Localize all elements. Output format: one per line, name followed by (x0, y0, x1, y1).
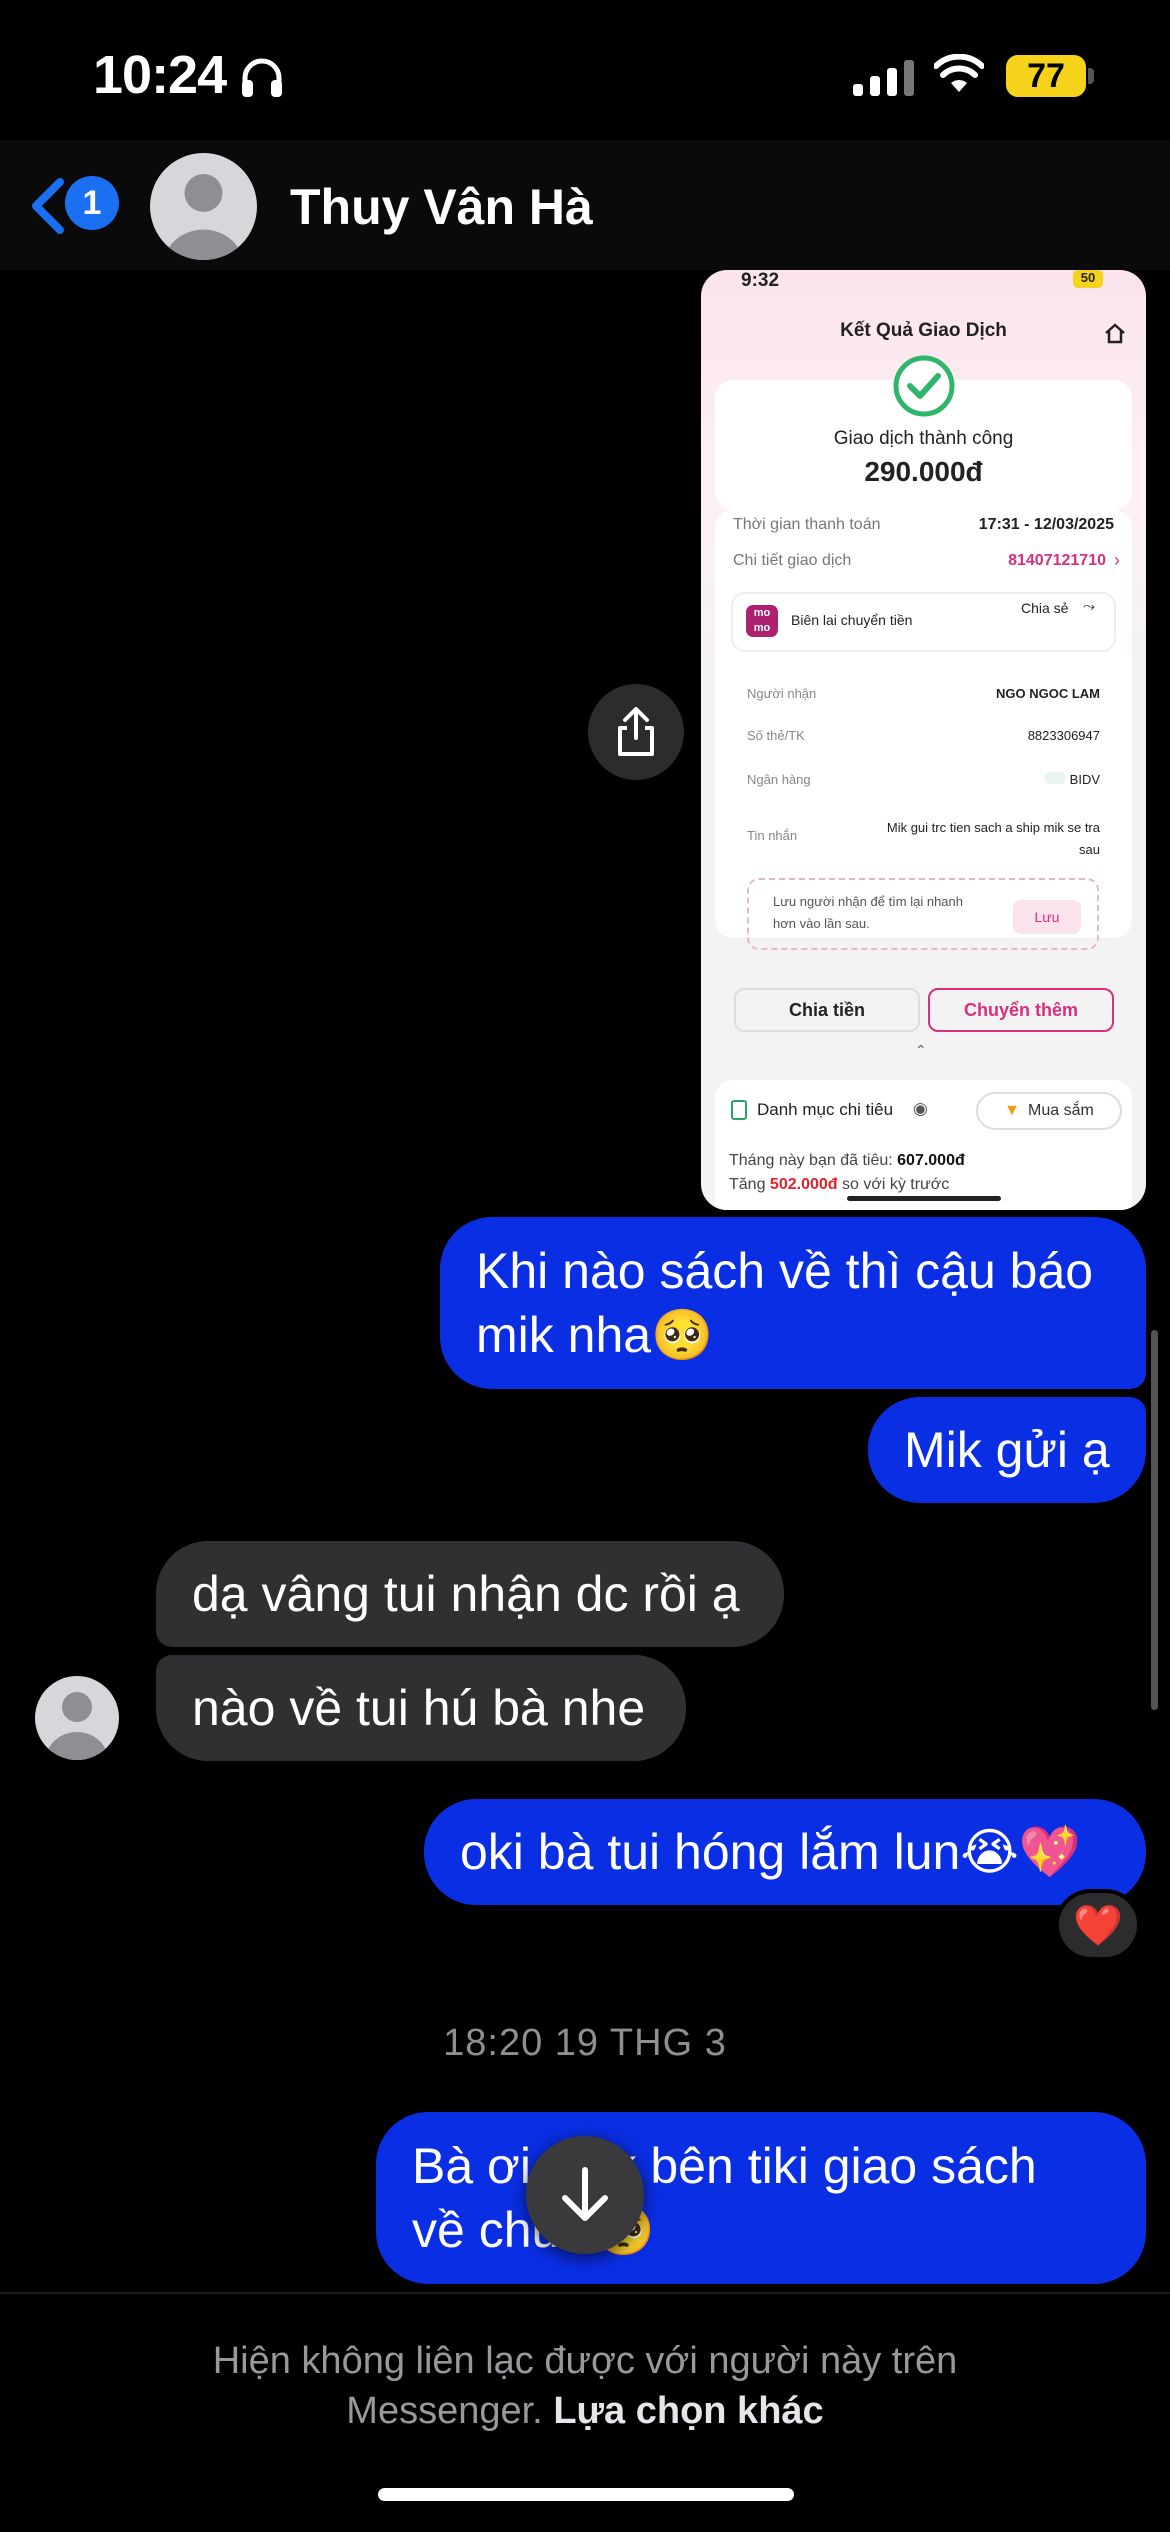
outgoing-message[interactable]: Bà ơi, mik bên tiki giao sách về chưa🥺 (376, 2112, 1146, 2284)
spent-text: Tháng này bạn đã tiêu: (729, 1152, 893, 1169)
sender-avatar[interactable] (35, 1676, 119, 1760)
cart-icon: ▼ (1004, 1102, 1021, 1119)
unread-count-badge[interactable]: 1 (65, 176, 119, 230)
share-arrow-icon: ⤳ (1083, 598, 1096, 615)
battery-indicator: 77 (1006, 55, 1086, 97)
cellular-signal-icon (853, 58, 914, 96)
recipient-label: Người nhận (747, 686, 817, 701)
message-timestamp: 18:20 19 THG 3 (443, 2022, 727, 2064)
detail-label: Chi tiết giao dịch (733, 552, 852, 569)
outgoing-message[interactable]: oki bà tui hóng lắm lun😭💖 (424, 1799, 1146, 1905)
outgoing-message[interactable]: Mik gửi ạ (868, 1397, 1146, 1503)
increase-row: Tăng 502.000đ so với kỳ trước (729, 1176, 949, 1194)
outgoing-message[interactable]: Khi nào sách về thì cậu báo mik nha🥺 (440, 1217, 1146, 1389)
headphones-icon (242, 58, 282, 97)
message-value-line1: Mik gui trc tien sach a ship mik se tra (886, 820, 1100, 835)
time-label: Thời gian thanh toán (733, 516, 881, 533)
receipt-battery: 50 (1073, 270, 1103, 288)
message-line: mik nha🥺 (476, 1307, 714, 1363)
receipt-label: Biên lai chuyển tiền (791, 612, 913, 628)
momo-logo: mo mo (746, 605, 778, 637)
chat-header: 1 Thuy Vân Hà (0, 140, 1170, 270)
message-value-line2: sau (1079, 842, 1100, 857)
other-options-link[interactable]: Lựa chọn khác (553, 2390, 823, 2432)
increase-value: 502.000đ (769, 1176, 838, 1193)
bank-value: BIDV (1069, 772, 1100, 787)
spent-row: Tháng này bạn đã tiêu: 607.000đ (729, 1152, 965, 1170)
success-check-icon (893, 355, 955, 417)
split-money-button[interactable]: Chia tiền (734, 988, 920, 1032)
receipt-home-indicator (847, 1196, 1001, 1201)
save-hint-line1: Lưu người nhận để tìm lại nhanh (773, 894, 963, 909)
message-line: nào về tui hú bà nhe (192, 1680, 646, 1736)
account-label: Số thẻ/TK (747, 728, 805, 743)
detail-card (715, 510, 1132, 938)
save-recipient-button[interactable]: Lưu (1013, 900, 1081, 934)
message-line: Bà ơi, mik bên tiki giao sách (412, 2138, 1037, 2194)
category-select[interactable]: ▼ Mua sắm (976, 1092, 1122, 1130)
eye-icon[interactable]: ◉ (913, 1099, 928, 1119)
share-label[interactable]: Chia sẻ (1021, 600, 1068, 616)
notice-line1: Hiện không liên lạc được với người này t… (212, 2340, 958, 2382)
status-time: 10:24 (93, 45, 227, 105)
category-value: Mua sắm (1028, 1102, 1094, 1119)
back-chevron-icon[interactable] (28, 178, 68, 234)
increase-text: Tăng (729, 1176, 766, 1193)
receipt-status-time: 9:32 (741, 270, 780, 291)
scroll-to-bottom-button[interactable] (526, 2136, 644, 2254)
message-line: dạ vâng tui nhận dc rồi ạ (192, 1566, 740, 1622)
bank-logo-icon (1044, 772, 1066, 784)
chevron-right-icon: › (1114, 550, 1120, 570)
category-label: Danh mục chi tiêu (757, 1100, 894, 1119)
message-line: Khi nào sách về thì cậu báo (476, 1243, 1094, 1299)
incoming-message[interactable]: dạ vâng tui nhận dc rồi ạ (156, 1541, 784, 1647)
success-text: Giao dịch thành công (833, 428, 1014, 449)
receipt-title: Kết Quả Giao Dịch (840, 320, 1007, 341)
collapse-chevron-icon[interactable]: ⌃ (915, 1042, 927, 1059)
wallet-icon (731, 1100, 747, 1120)
footer-notice: Hiện không liên lạc được với người này t… (0, 2336, 1170, 2436)
recipient-value: NGO NGOC LAM (996, 686, 1100, 701)
heart-reaction[interactable]: ❤️ (1055, 1889, 1141, 1961)
scrollbar[interactable] (1151, 1330, 1158, 1710)
message-line: Mik gửi ạ (904, 1422, 1110, 1478)
battery-cap (1088, 68, 1094, 84)
notice-messenger: Messenger. (346, 2390, 543, 2432)
amount: 290.000đ (864, 456, 983, 487)
message-line: oki bà tui hóng lắm lun😭💖 (460, 1824, 1081, 1880)
home-indicator[interactable] (378, 2488, 794, 2501)
transfer-more-button[interactable]: Chuyển thêm (928, 988, 1114, 1032)
status-bar: 10:24 77 (0, 0, 1170, 150)
incoming-message[interactable]: nào về tui hú bà nhe (156, 1655, 686, 1761)
share-attachment-button[interactable] (588, 684, 684, 780)
notice-line2: Messenger. Lựa chọn khác (0, 2386, 1170, 2436)
default-person-icon (46, 1692, 108, 1760)
message-line: về chưa🥺 (412, 2202, 656, 2258)
save-hint-line2: hơn vào lần sau. (773, 916, 870, 931)
spent-value: 607.000đ (897, 1152, 965, 1169)
arrow-down-icon (562, 2167, 608, 2221)
wifi-icon (934, 54, 984, 92)
contact-name[interactable]: Thuy Vân Hà (290, 178, 593, 236)
account-value: 8823306947 (1027, 728, 1100, 743)
share-icon (618, 707, 654, 756)
time-value: 17:31 - 12/03/2025 (978, 516, 1114, 533)
detail-value[interactable]: 81407121710 (1008, 552, 1106, 570)
bank-label: Ngân hàng (747, 772, 811, 787)
message-label: Tin nhắn (747, 828, 798, 843)
screenshot-attachment[interactable]: 9:32 50 Kết Quả Giao Dịch Giao dịch thàn… (701, 270, 1146, 1210)
home-icon (1105, 323, 1125, 344)
increase-suffix: so với kỳ trước (841, 1176, 950, 1193)
contact-avatar[interactable] (150, 153, 257, 260)
default-person-icon (164, 174, 243, 260)
